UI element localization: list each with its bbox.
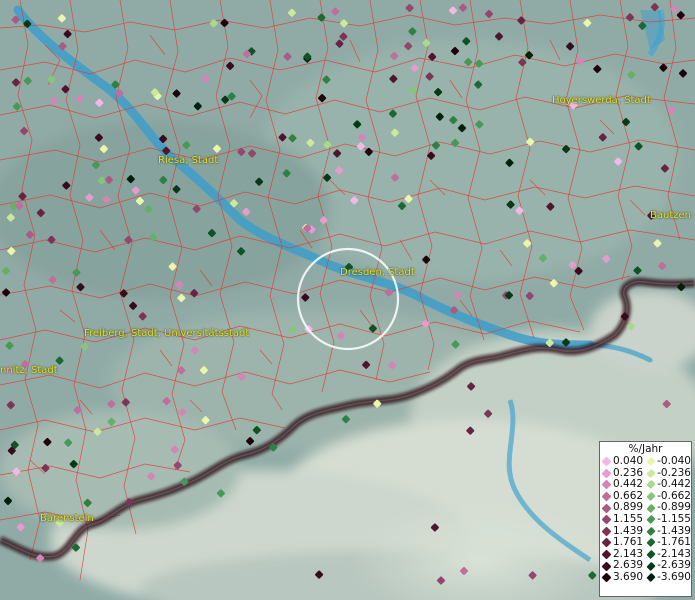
legend-row: 0.040 -0.040: [600, 455, 691, 468]
legend-entry: 0.040: [600, 455, 645, 468]
legend-entry: 1.155: [600, 512, 645, 526]
legend-swatch: [601, 514, 612, 525]
city-label-hoyerswerda[interactable]: Hoyerswerda, Stadt: [552, 95, 651, 106]
city-label-dresden[interactable]: Dresden, Stadt: [340, 267, 415, 278]
legend-swatch: [601, 526, 612, 537]
legend-label: -3.690: [657, 570, 691, 583]
city-label-baerenstein[interactable]: Bärenstein: [40, 513, 94, 524]
legend-entry: -1.761: [645, 537, 691, 549]
legend-swatch: [646, 468, 656, 479]
legend-label: -0.040: [657, 455, 691, 467]
legend-swatch: [646, 515, 656, 525]
legend-label: 1.761: [613, 536, 644, 549]
legend-rows: 0.040 -0.040 0.236 -0.236 0.442 -0.442 0.662 -0…: [600, 455, 691, 584]
legend-swatch: [646, 561, 656, 571]
legend-swatch: [646, 538, 656, 548]
map-canvas: [0, 0, 695, 600]
legend-swatch: [601, 538, 612, 548]
legend-swatch: [601, 456, 612, 467]
city-label-freiberg[interactable]: Freiberg, Stadt, Universitätsstadt: [84, 328, 249, 339]
legend-label: 1.155: [613, 512, 644, 525]
legend-row: 1.761 -1.761: [600, 537, 691, 549]
legend-entry: -0.040: [645, 455, 691, 468]
legend-swatch: [601, 480, 612, 490]
legend-swatch: [601, 503, 612, 514]
legend-swatch: [601, 468, 612, 479]
map-view[interactable]: Riesa, Stadt Hoyerswerda, Stadt Bautzen …: [0, 0, 695, 600]
legend-swatch: [646, 457, 656, 467]
city-label-chemnitz[interactable]: nnitz, Stadt: [0, 365, 58, 376]
legend-label: -1.155: [657, 512, 691, 525]
legend-swatch: [646, 491, 656, 502]
legend-label: -1.761: [657, 536, 691, 549]
legend-swatch: [601, 561, 612, 572]
legend-entry: -1.155: [645, 512, 691, 526]
legend-row: 1.155 -1.155: [600, 512, 691, 526]
legend-label: 0.040: [613, 455, 644, 467]
legend-swatch: [646, 526, 656, 537]
city-label-bautzen[interactable]: Bautzen: [650, 210, 691, 221]
legend-swatch: [646, 503, 656, 513]
legend-row: 3.690 -3.690: [600, 570, 691, 584]
legend-label: 3.690: [613, 570, 644, 583]
map-legend: %/Jahr 0.040 -0.040 0.236 -0.236 0.442 -0.442…: [599, 441, 692, 597]
city-label-riesa[interactable]: Riesa, Stadt: [158, 155, 218, 166]
legend-swatch: [646, 480, 656, 490]
legend-swatch: [601, 549, 612, 560]
legend-swatch: [646, 549, 656, 560]
legend-swatch: [601, 572, 612, 583]
legend-swatch: [601, 491, 612, 502]
legend-entry: 1.761: [600, 537, 645, 549]
legend-swatch: [646, 573, 656, 583]
legend-entry: 3.690: [600, 570, 645, 584]
legend-entry: -3.690: [645, 570, 691, 584]
